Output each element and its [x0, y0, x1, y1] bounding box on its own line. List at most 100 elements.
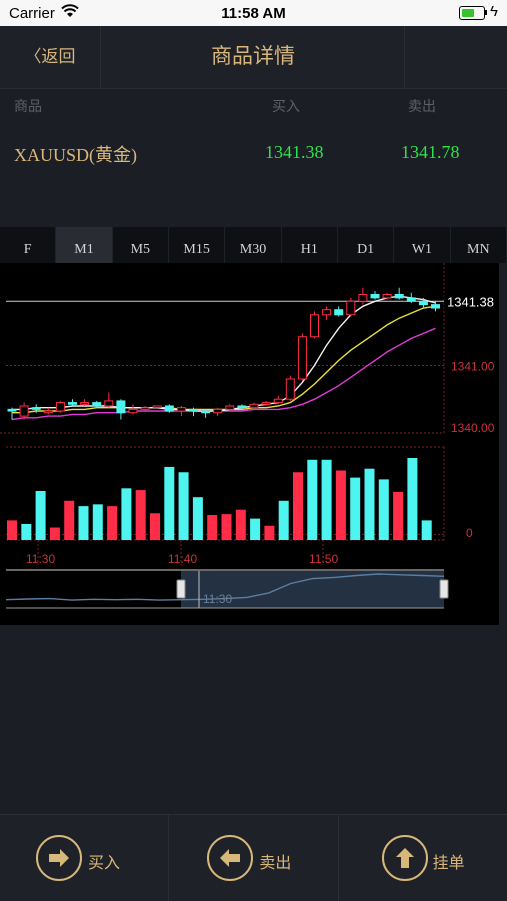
candle	[225, 405, 235, 410]
volume-bar	[378, 479, 389, 540]
volume-bar	[350, 477, 361, 540]
time-label-2: 11:50	[309, 552, 338, 566]
volume-bar	[293, 472, 303, 540]
volume-bar	[192, 497, 203, 540]
bottom-action-bar: 买入 卖出 挂单	[0, 814, 507, 901]
volume-bar	[135, 490, 146, 540]
candle	[406, 297, 416, 302]
volume-bar	[264, 525, 275, 540]
tab-mn[interactable]: MN	[451, 227, 507, 263]
status-bar: Carrier 11:58 AM ϟ	[0, 0, 507, 26]
candle	[31, 407, 41, 410]
candle	[273, 398, 283, 404]
time-label-0: 11:30	[26, 552, 55, 566]
ma-line-white	[12, 295, 436, 412]
buy-button-label: 买入	[88, 855, 121, 872]
volume-bar	[107, 506, 118, 540]
nav-bar: 〈返回 商品详情	[0, 26, 507, 89]
symbol-name: XAUUSD(黄金)	[14, 145, 137, 165]
tab-m1[interactable]: M1	[56, 227, 113, 263]
charging-icon: ϟ	[490, 3, 498, 20]
battery-icon	[459, 6, 485, 20]
pending-order-button-label: 挂单	[432, 855, 465, 872]
tab-m15[interactable]: M15	[169, 227, 226, 263]
candle	[334, 309, 344, 316]
tab-m5[interactable]: M5	[113, 227, 169, 263]
arrow-right-icon	[36, 835, 82, 881]
candle	[297, 336, 307, 380]
volume-bar	[221, 514, 232, 540]
candle	[370, 294, 380, 299]
status-time: 11:58 AM	[221, 5, 286, 22]
volume-bar	[121, 488, 132, 540]
period-tabs: F M1 M5 M15 M30 H1 D1 W1 MN	[0, 227, 507, 263]
header-product: 商品	[14, 98, 42, 114]
candle	[92, 402, 102, 407]
volume-bar	[364, 468, 375, 540]
time-label-1: 11:40	[168, 552, 197, 566]
candle	[19, 405, 29, 417]
tab-d1[interactable]: D1	[338, 227, 395, 263]
volume-bar	[407, 458, 418, 540]
candle	[382, 294, 392, 299]
volume-bar	[64, 500, 75, 540]
candle	[43, 410, 53, 414]
volume-bar	[35, 490, 46, 540]
buy-price: 1341.38	[265, 142, 324, 162]
ma-line-yellow	[12, 305, 436, 414]
quote-row[interactable]: XAUUSD(黄金) 1341.38 1341.78	[0, 119, 507, 219]
kline-chart[interactable]: 1341.38 1341.00 1340.00 0 11:30 11:40 11:50 11…	[0, 263, 499, 625]
candle	[237, 405, 247, 409]
buy-button[interactable]: 买入	[0, 815, 170, 901]
candle	[152, 405, 162, 408]
volume-bar	[92, 504, 103, 540]
sell-button[interactable]: 卖出	[169, 815, 339, 901]
pending-order-button[interactable]: 挂单	[339, 815, 507, 901]
candle	[285, 378, 295, 400]
arrow-left-icon	[207, 835, 254, 881]
navigator-time-label: 11:30	[203, 592, 232, 606]
candle	[213, 408, 223, 414]
candle	[189, 408, 198, 412]
volume-bar	[335, 470, 346, 540]
volume-bar	[150, 513, 160, 540]
navigator-handle-right[interactable]	[439, 579, 449, 599]
candle	[68, 402, 77, 405]
current-price-label: 1341.38	[447, 294, 494, 309]
tab-f[interactable]: F	[0, 227, 57, 263]
volume-axis-zero: 0	[466, 526, 473, 540]
volume-bar	[49, 527, 60, 540]
back-button[interactable]: 〈返回	[0, 26, 101, 88]
navigator-handle-left[interactable]	[176, 579, 186, 599]
candle	[358, 294, 368, 302]
volume-bar	[21, 523, 32, 540]
candle	[7, 408, 17, 412]
volume-bar	[7, 520, 17, 540]
candle	[394, 294, 404, 299]
candle	[249, 403, 259, 409]
candle	[431, 304, 440, 309]
volume-bar	[164, 466, 175, 540]
tab-m30[interactable]: M30	[225, 227, 282, 263]
candle	[164, 405, 174, 412]
header-buy: 买入	[272, 98, 300, 114]
arrow-up-icon	[381, 835, 428, 881]
page-title: 商品详情	[211, 45, 295, 68]
candle	[128, 408, 138, 414]
candle	[116, 400, 126, 414]
candle	[140, 407, 150, 410]
candle	[55, 402, 65, 412]
volume-bar	[207, 515, 218, 540]
candle	[104, 400, 114, 407]
tab-h1[interactable]: H1	[282, 227, 338, 263]
price-label-lower: 1340.00	[451, 421, 495, 435]
candle	[176, 407, 186, 412]
nav-right-slot	[404, 26, 507, 88]
kline-chart-svg: 1341.38 1341.00 1340.00 0 11:30 11:40 11:50 11…	[0, 263, 499, 609]
candle	[201, 410, 211, 414]
quote-header: 商品 买入 卖出	[0, 89, 507, 119]
volume-bar	[421, 520, 432, 540]
tab-w1[interactable]: W1	[394, 227, 451, 263]
volume-bar	[178, 472, 189, 540]
sell-price: 1341.78	[401, 142, 460, 162]
